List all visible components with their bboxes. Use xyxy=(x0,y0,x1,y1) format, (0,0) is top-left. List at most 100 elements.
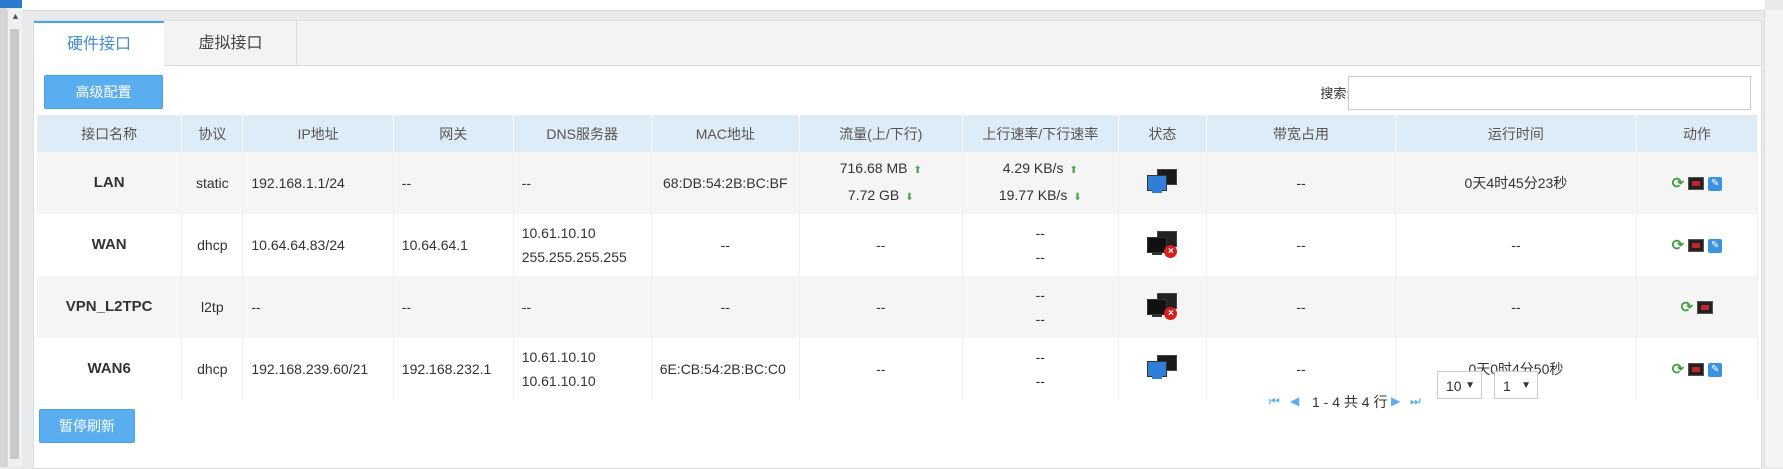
rate-up-value: 4.29 KB/s xyxy=(1002,160,1064,176)
uptime-cell: -- xyxy=(1395,214,1637,276)
right-scrollbar[interactable] xyxy=(1764,10,1783,467)
actions-cell: ⟳ xyxy=(1636,276,1759,338)
ip-cell: 10.64.64.83/24 xyxy=(242,214,394,276)
dns-primary: 10.61.10.10 xyxy=(521,225,596,241)
pause-refresh-button[interactable]: 暂停刷新 xyxy=(39,409,135,443)
dns-primary: 10.61.10.10 xyxy=(521,349,596,365)
rate-cell: -- -- xyxy=(962,338,1119,400)
ip-cell: 192.168.239.60/21 xyxy=(242,338,394,400)
tab-virtual-interface[interactable]: 虚拟接口 xyxy=(165,21,297,65)
scroll-up-arrow-icon[interactable]: ▲ xyxy=(11,11,20,21)
refresh-icon[interactable]: ⟳ xyxy=(1681,296,1694,320)
ip-cell: -- xyxy=(242,276,394,338)
table-row: LAN static 192.168.1.1/24 -- -- 68:DB:54… xyxy=(37,152,1759,214)
prev-page-icon[interactable]: ◀ xyxy=(1290,394,1299,408)
dns-secondary: 10.61.10.10 xyxy=(521,373,596,389)
edit-icon[interactable]: ✎ xyxy=(1708,362,1723,377)
next-page-icon[interactable]: ▶ xyxy=(1391,394,1400,408)
traffic-cell: 716.68 MB ⬆ 7.72 GB ⬇ xyxy=(799,152,963,214)
first-page-icon[interactable]: ⏮ xyxy=(1269,394,1280,409)
table-header-row: 接口名称 协议 IP地址 网关 DNS服务器 MAC地址 流量(上/下行) 上行… xyxy=(37,115,1759,152)
rate-up-value: -- xyxy=(1035,287,1045,303)
traffic-down-value: 7.72 GB xyxy=(847,187,900,203)
last-page-icon[interactable]: ⏭ xyxy=(1410,394,1421,409)
protocol-cell: dhcp xyxy=(181,338,244,400)
tab-bar: 硬件接口 虚拟接口 xyxy=(34,21,1761,68)
rate-cell: -- -- xyxy=(962,214,1119,276)
gateway-cell: -- xyxy=(393,276,514,338)
refresh-icon[interactable]: ⟳ xyxy=(1672,234,1685,258)
actions-cell: ⟳ ✎ xyxy=(1636,152,1759,214)
mac-cell: -- xyxy=(651,276,800,338)
down-arrow-icon: ⬇ xyxy=(905,192,914,203)
mac-cell: -- xyxy=(651,214,800,276)
col-header-ip[interactable]: IP地址 xyxy=(242,115,394,152)
traffic-cell: -- xyxy=(799,338,963,400)
page-number-select[interactable]: 1 ▼ xyxy=(1494,371,1538,399)
refresh-icon[interactable]: ⟳ xyxy=(1672,358,1685,382)
rate-down-value: -- xyxy=(1035,373,1045,389)
bandwidth-cell: -- xyxy=(1206,276,1396,338)
actions-cell: ⟳ ✎ xyxy=(1636,214,1759,276)
scrollbar-thumb[interactable] xyxy=(10,29,19,459)
search-input[interactable] xyxy=(1348,76,1751,110)
top-bar xyxy=(22,0,1765,11)
uptime-cell: -- xyxy=(1395,276,1637,338)
monitor-icon[interactable] xyxy=(1688,239,1705,253)
status-cell xyxy=(1118,338,1208,400)
rate-up-value: -- xyxy=(1035,349,1045,365)
status-cell: × xyxy=(1118,214,1208,276)
search-label: 搜索: xyxy=(1320,86,1350,101)
monitor-icon[interactable] xyxy=(1697,301,1714,315)
interface-name: VPN_L2TPC xyxy=(37,276,183,338)
edit-icon[interactable]: ✎ xyxy=(1708,238,1723,253)
dns-cell: -- xyxy=(513,152,652,214)
monitor-icon[interactable] xyxy=(1688,363,1705,377)
tab-hardware-interface[interactable]: 硬件接口 xyxy=(34,21,164,68)
mac-cell: 68:DB:54:2B:BC:BF xyxy=(651,152,800,214)
interface-name: WAN xyxy=(37,214,183,276)
col-header-name[interactable]: 接口名称 xyxy=(37,115,183,152)
mac-cell: 6E:CB:54:2B:BC:C0 xyxy=(651,338,800,400)
rate-down-value: -- xyxy=(1035,249,1045,265)
col-header-status[interactable]: 状态 xyxy=(1118,115,1208,152)
table-row: WAN dhcp 10.64.64.83/24 10.64.64.1 10.61… xyxy=(37,214,1759,276)
rate-down-value: -- xyxy=(1035,311,1045,327)
col-header-rate[interactable]: 上行速率/下行速率 xyxy=(962,115,1119,152)
up-arrow-icon: ⬆ xyxy=(913,165,922,176)
dns-cell: 10.61.10.10 10.61.10.10 xyxy=(513,338,652,400)
interface-panel: 硬件接口 虚拟接口 高级配置 搜索: 接口名称 协议 IP地址 网关 DNS服务… xyxy=(33,20,1762,469)
edit-icon[interactable]: ✎ xyxy=(1708,176,1723,191)
interface-name: LAN xyxy=(37,152,183,214)
col-header-gateway[interactable]: 网关 xyxy=(393,115,514,152)
col-header-actions: 动作 xyxy=(1636,115,1759,152)
ip-cell: 192.168.1.1/24 xyxy=(242,152,394,214)
col-header-bandwidth[interactable]: 带宽占用 xyxy=(1206,115,1396,152)
bandwidth-cell: -- xyxy=(1206,338,1396,400)
status-cell xyxy=(1118,152,1208,214)
col-header-uptime[interactable]: 运行时间 xyxy=(1395,115,1637,152)
gateway-cell: 192.168.232.1 xyxy=(393,338,514,400)
refresh-icon[interactable]: ⟳ xyxy=(1672,172,1685,196)
dns-cell: 10.61.10.10 255.255.255.255 xyxy=(513,214,652,276)
pagination-summary: 1 - 4 共 4 行 xyxy=(1312,394,1388,410)
monitor-icon[interactable] xyxy=(1688,177,1705,191)
table-row: VPN_L2TPC l2tp -- -- -- -- -- -- -- × -- … xyxy=(37,276,1759,338)
left-scrollbar[interactable]: ▲ xyxy=(7,9,22,467)
dns-cell: -- xyxy=(513,276,652,338)
col-header-mac[interactable]: MAC地址 xyxy=(651,115,800,152)
bandwidth-cell: -- xyxy=(1206,152,1396,214)
col-header-protocol[interactable]: 协议 xyxy=(181,115,244,152)
dns-secondary: 255.255.255.255 xyxy=(521,249,627,265)
rate-cell: 4.29 KB/s ⬆ 19.77 KB/s ⬇ xyxy=(962,152,1119,214)
page-number-value: 1 xyxy=(1503,378,1511,394)
page-size-select[interactable]: 10 ▼ xyxy=(1437,371,1482,399)
col-header-dns[interactable]: DNS服务器 xyxy=(513,115,652,152)
gateway-cell: -- xyxy=(393,152,514,214)
traffic-up-value: 716.68 MB xyxy=(839,160,908,176)
uptime-cell: 0天4时45分23秒 xyxy=(1395,152,1637,214)
caret-down-icon: ▼ xyxy=(1465,380,1475,391)
page-size-value: 10 xyxy=(1446,378,1462,394)
advanced-config-button[interactable]: 高级配置 xyxy=(44,75,163,109)
col-header-traffic[interactable]: 流量(上/下行) xyxy=(799,115,963,152)
